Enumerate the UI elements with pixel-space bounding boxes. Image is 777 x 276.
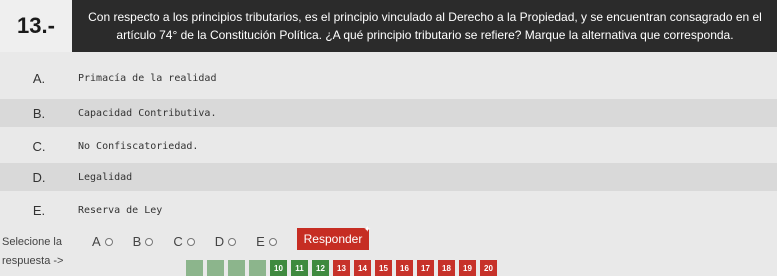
option-b-row: B. Capacidad Contributiva. [0, 99, 777, 127]
question-header: 13.- Con respecto a los principios tribu… [0, 0, 777, 52]
respond-button-label: Responder [303, 232, 363, 246]
page-button[interactable] [249, 260, 266, 276]
question-line-1: Con respecto a los principios tributario… [88, 10, 762, 24]
radio-c[interactable]: C [173, 234, 195, 249]
option-c-row: C. No Confiscatoriedad. [0, 132, 777, 160]
page-button[interactable] [207, 260, 224, 276]
option-e-text: Reserva de Ley [78, 204, 163, 216]
radio-a[interactable]: A [92, 234, 113, 249]
page-button-12[interactable]: 12 [312, 260, 329, 276]
question-number: 13.- [0, 0, 72, 52]
page-button-16[interactable]: 16 [396, 260, 413, 276]
radio-b[interactable]: B [133, 234, 154, 249]
radio-c-label: C [173, 234, 183, 249]
select-answer-label-line-2: respuesta -> [2, 255, 64, 267]
radio-b-circle-icon[interactable] [145, 237, 154, 246]
radio-e-label: E [256, 234, 265, 249]
radio-a-label: A [92, 234, 101, 249]
page-button-11[interactable]: 11 [291, 260, 308, 276]
radio-b-label: B [132, 234, 142, 249]
select-answer-label: Selecione la respuesta -> [2, 233, 72, 271]
radio-e-circle-icon[interactable] [268, 237, 277, 246]
radio-d[interactable]: D [214, 234, 237, 249]
option-d-text: Legalidad [78, 171, 133, 183]
question-pagination: 10 11 12 13 14 15 16 17 18 19 20 [186, 260, 497, 276]
select-answer-label-line-1: Selecione la [2, 236, 62, 248]
question-text: Con respecto a los principios tributario… [80, 8, 770, 44]
option-b-text: Capacidad Contributiva. [78, 107, 217, 119]
page-button[interactable] [186, 260, 203, 276]
option-d-letter: D. [32, 169, 46, 185]
option-a-letter: A. [32, 70, 46, 86]
radio-a-circle-icon[interactable] [104, 237, 113, 246]
radio-c-circle-icon[interactable] [186, 237, 195, 246]
page-button-14[interactable]: 14 [354, 260, 371, 276]
option-e-row: E. Reserva de Ley [0, 196, 777, 224]
option-c-letter: C. [32, 138, 46, 154]
page-button-13-current[interactable]: 13 [333, 260, 350, 276]
page-button-20[interactable]: 20 [480, 260, 497, 276]
option-a-row: A. Primacía de la realidad [0, 64, 777, 92]
page-button-18[interactable]: 18 [438, 260, 455, 276]
option-c-text: No Confiscatoriedad. [78, 140, 199, 152]
option-d-row: D. Legalidad [0, 163, 777, 191]
page-button-17[interactable]: 17 [417, 260, 434, 276]
radio-d-label: D [214, 234, 225, 249]
answer-radio-group: A B C D E [92, 234, 277, 249]
option-e-letter: E. [32, 202, 46, 218]
option-a-text: Primacía de la realidad [78, 72, 217, 84]
question-line-2: artículo 74° de la Constitución Política… [116, 28, 734, 42]
radio-d-circle-icon[interactable] [228, 237, 237, 246]
respond-button[interactable]: Responder ✦ [297, 224, 371, 250]
page-button-15[interactable]: 15 [375, 260, 392, 276]
page-button-19[interactable]: 19 [459, 260, 476, 276]
page-button-10[interactable]: 10 [270, 260, 287, 276]
sparkle-icon: ✦ [363, 224, 371, 234]
option-b-letter: B. [32, 105, 46, 121]
radio-e[interactable]: E [256, 234, 277, 249]
page-button[interactable] [228, 260, 245, 276]
